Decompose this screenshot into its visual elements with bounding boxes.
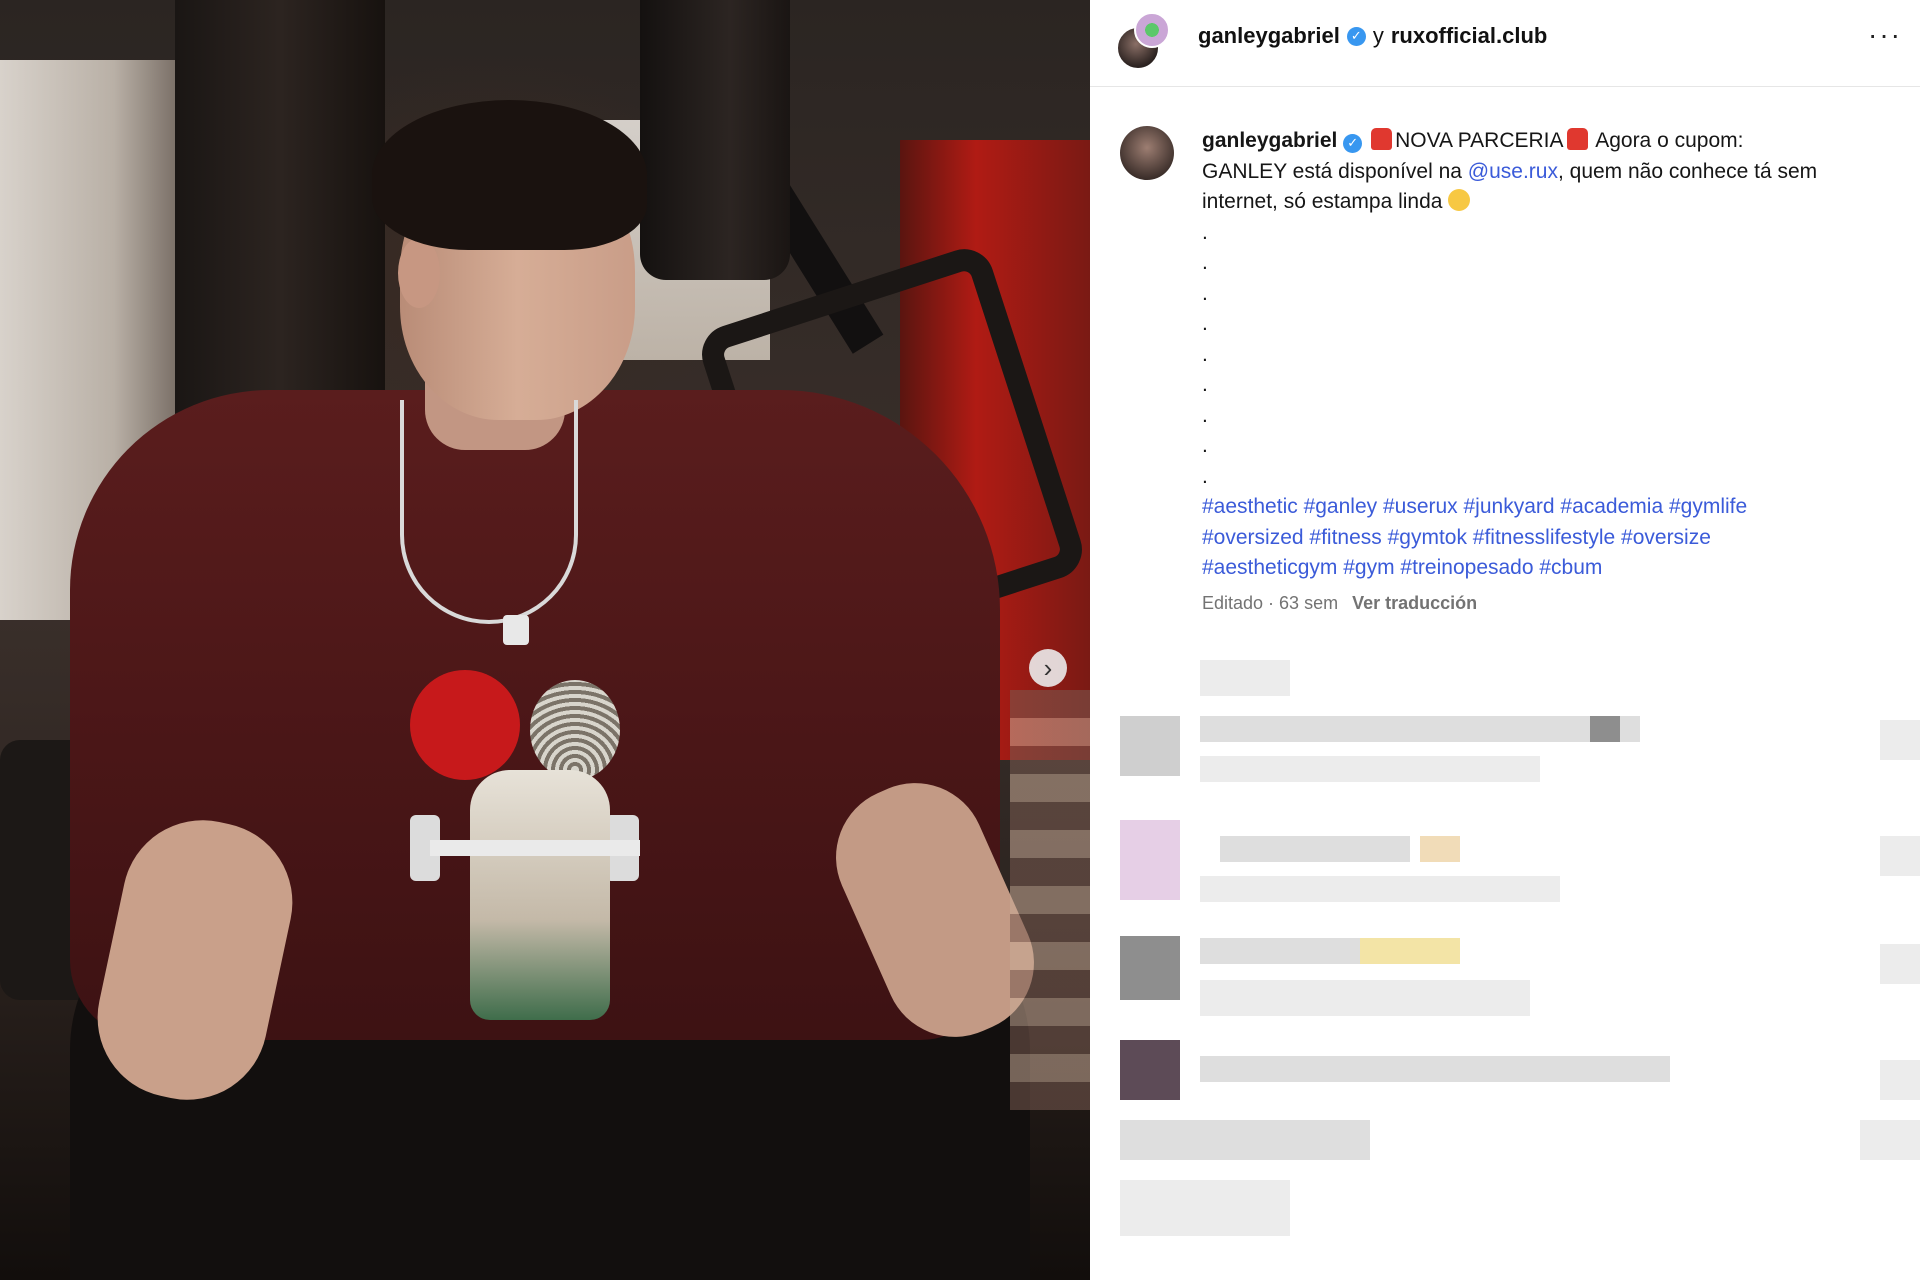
caption-dots: . . . . . . . . . [1202, 220, 1208, 488]
author-username[interactable]: ganleygabriel [1198, 21, 1340, 51]
more-options-icon[interactable]: ··· [1868, 20, 1902, 50]
blurred-comment [1120, 1180, 1290, 1236]
blurred-block [1360, 938, 1460, 964]
photo-pendant [503, 615, 529, 645]
hashtags-line-2[interactable]: #oversized #fitness #gymtok #fitnesslife… [1202, 523, 1902, 554]
photo-person-ear [398, 238, 440, 308]
blurred-avatar [1120, 1040, 1180, 1100]
blurred-block [1880, 944, 1920, 984]
blurred-avatar [1120, 716, 1180, 776]
photo-necklace [400, 400, 578, 624]
blurred-avatar [1120, 820, 1180, 900]
photo-shirt-print [410, 650, 640, 1040]
siren-emoji-icon [1566, 128, 1588, 150]
photo-punching-bag [640, 0, 790, 280]
see-translation-button[interactable]: Ver traducción [1352, 593, 1477, 613]
post-header: ganleygabriel ✓ y ruxofficial.club ··· [1090, 0, 1920, 87]
photo-person-hair [372, 100, 647, 250]
blurred-comment [1200, 876, 1560, 902]
siren-emoji-icon [1371, 128, 1393, 150]
verified-badge-icon: ✓ [1343, 133, 1363, 153]
blurred-block [1880, 720, 1920, 760]
hashtags-line-1[interactable]: #aesthetic #ganley #userux #junkyard #ac… [1202, 492, 1902, 523]
collaborator-username[interactable]: ruxofficial.club [1391, 21, 1547, 51]
post-header-names: ganleygabriel ✓ y ruxofficial.club [1198, 21, 1547, 51]
caption-author-username[interactable]: ganleygabriel [1202, 129, 1337, 152]
blurred-comment [1200, 756, 1540, 782]
hashtags[interactable]: #aesthetic #ganley #userux #junkyard #ac… [1202, 492, 1902, 584]
blurred-comment [1120, 1120, 1370, 1160]
post-photo: › [0, 0, 1090, 1280]
blurred-comment [1200, 980, 1530, 1016]
header-conjunction: y [1372, 23, 1384, 48]
blurred-comment [1200, 938, 1360, 964]
caption-text: ganleygabriel ✓ NOVA PARCERIA Agora o cu… [1202, 126, 1902, 618]
caption-line2-b: , quem não conhece tá sem [1557, 159, 1818, 183]
caption-meta: Editado · 63 sem Ver traducción [1202, 588, 1902, 619]
hashtags-line-3[interactable]: #aestheticgym #gym #treinopesado #cbum [1202, 553, 1902, 584]
blurred-comment [1220, 836, 1410, 862]
blurred-block [1200, 660, 1290, 696]
blurred-block [1420, 836, 1460, 862]
blurred-comment [1200, 1056, 1670, 1082]
chevron-right-icon: › [1043, 653, 1053, 683]
heart-eyes-emoji-icon [1448, 189, 1471, 211]
caption-line1-a: NOVA PARCERIA [1395, 129, 1564, 152]
next-media-button[interactable]: › [1029, 649, 1067, 687]
blurred-block [1880, 836, 1920, 876]
caption-line3: internet, só estampa linda [1202, 190, 1443, 213]
caption-line1-b: Agora o cupom: [1595, 129, 1744, 152]
edited-timestamp: Editado · 63 sem [1202, 592, 1339, 613]
blurred-block [1880, 1060, 1920, 1100]
blurred-block [1860, 1120, 1920, 1160]
blurred-block [1590, 716, 1620, 742]
pixelated-region [1010, 690, 1100, 1110]
post-side-panel: ganleygabriel ✓ y ruxofficial.club ··· g… [1090, 0, 1920, 1280]
collaborator-avatar[interactable] [1134, 12, 1170, 48]
caption-author-avatar[interactable] [1120, 126, 1174, 180]
verified-badge-icon: ✓ [1346, 26, 1366, 46]
mention-link[interactable]: @use.rux [1468, 160, 1558, 183]
blurred-avatar [1120, 936, 1180, 1000]
caption-line2-a: GANLEY está disponível na [1202, 159, 1462, 183]
blurred-comment [1200, 716, 1640, 742]
